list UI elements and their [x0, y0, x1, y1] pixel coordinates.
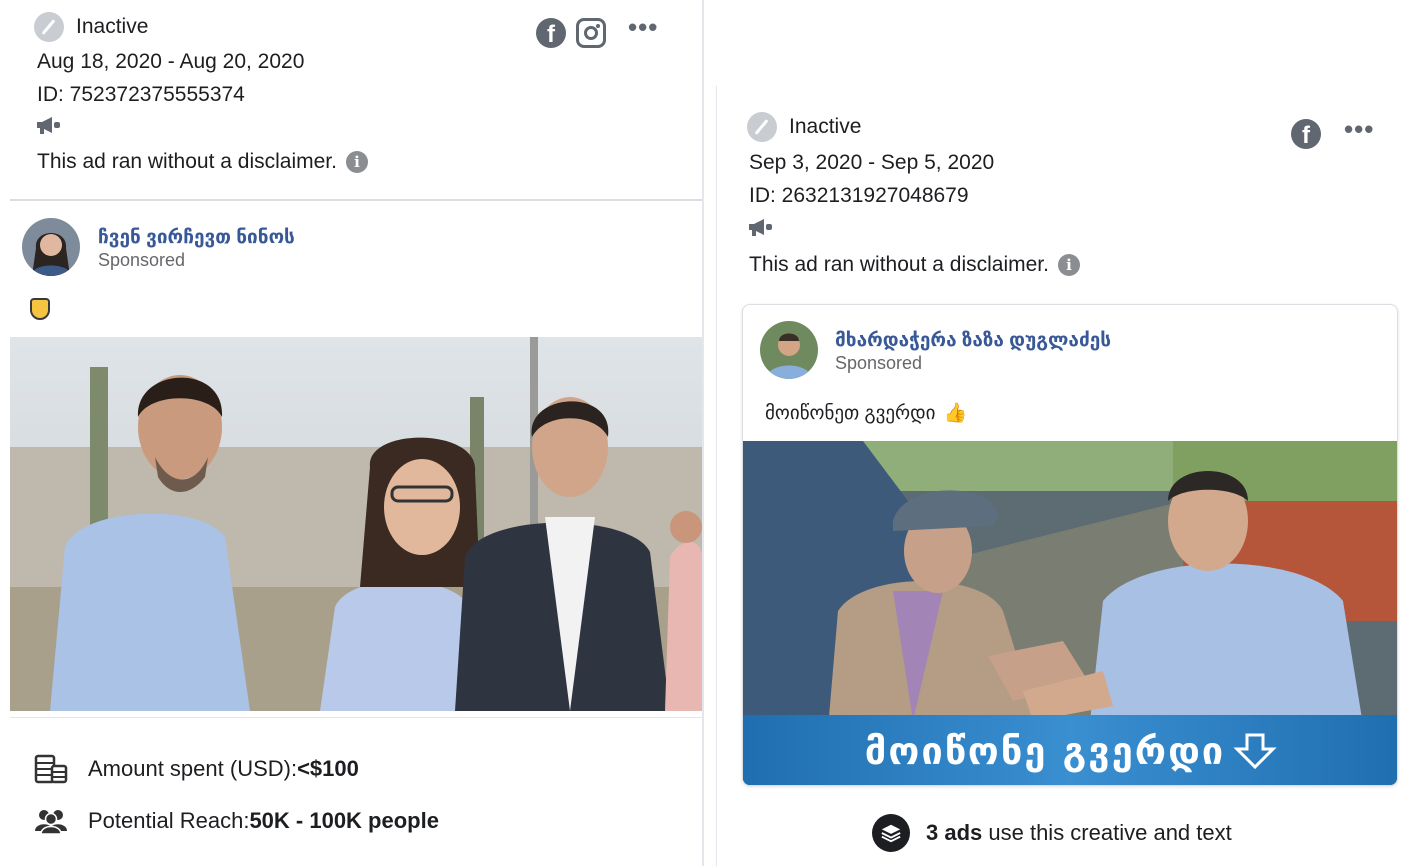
inactive-icon	[34, 12, 64, 42]
ad-banner: მოიწონე გვერდი	[743, 715, 1397, 785]
ad-image[interactable]: მოიწონე გვერდი	[743, 441, 1397, 785]
divider	[10, 199, 702, 201]
facebook-icon: f	[536, 18, 566, 48]
creative-reuse-note[interactable]: 3 ads use this creative and text	[872, 814, 1232, 852]
post-text: მოიწონეთ გვერდი 👍	[765, 401, 967, 425]
amount-spent-stat: Amount spent (USD): <$100	[34, 754, 359, 784]
reach-label: Potential Reach:	[88, 808, 250, 833]
disclaimer: This ad ran without a disclaimer. i	[37, 150, 368, 174]
status-label: Inactive	[789, 115, 862, 138]
facebook-icon: f	[1291, 119, 1321, 149]
platform-icons: f	[1291, 119, 1321, 149]
reach-value: 50K - 100K people	[249, 808, 439, 833]
people-icon	[34, 806, 68, 836]
status-label: Inactive	[76, 15, 149, 38]
ad-card-left: Inactive f ••• Aug 18, 2020 - Aug 20, 20…	[10, 0, 702, 866]
status-row: Inactive	[747, 112, 861, 142]
reuse-text: use this creative and text	[982, 820, 1232, 845]
column-divider	[702, 0, 704, 866]
shield-emoji-icon	[30, 298, 50, 320]
inactive-icon	[747, 112, 777, 142]
more-options-icon[interactable]: •••	[628, 12, 658, 43]
page-name-link[interactable]: ჩვენ ვირჩევთ ნინოს	[98, 226, 295, 249]
page-name-link[interactable]: მხარდაჭერა ზაზა დუგლაძეს	[835, 329, 1111, 352]
ad-image[interactable]	[10, 337, 702, 711]
ad-creative-card: მხარდაჭერა ზაზა დუგლაძეს Sponsored მოიწო…	[742, 304, 1398, 786]
arrow-down-icon	[1233, 733, 1277, 769]
potential-reach-stat: Potential Reach: 50K - 100K people	[34, 806, 439, 836]
date-range: Sep 3, 2020 - Sep 5, 2020	[749, 151, 995, 174]
avatar[interactable]	[760, 321, 818, 379]
layers-icon	[872, 814, 910, 852]
banner-text: მოიწონე გვერდი	[864, 729, 1226, 773]
info-icon[interactable]: i	[1057, 254, 1080, 276]
megaphone-icon	[36, 116, 62, 134]
reuse-count: 3 ads	[926, 820, 983, 845]
platform-icons: f	[536, 18, 606, 48]
divider	[10, 717, 702, 718]
amount-value: <$100	[297, 756, 359, 781]
avatar[interactable]	[22, 218, 80, 276]
disclaimer-text: This ad ran without a disclaimer.	[37, 150, 337, 173]
ad-id: ID: 752372375555374	[37, 83, 245, 106]
amount-label: Amount spent (USD):	[88, 756, 298, 781]
ad-id: ID: 2632131927048679	[749, 184, 969, 207]
date-range: Aug 18, 2020 - Aug 20, 2020	[37, 50, 305, 73]
disclaimer: This ad ran without a disclaimer. i	[749, 253, 1080, 277]
info-icon[interactable]: i	[345, 151, 368, 173]
megaphone-icon	[748, 218, 774, 236]
thumbs-up-icon: 👍	[943, 403, 968, 424]
instagram-icon	[576, 18, 606, 48]
post-text-body: მოიწონეთ გვერდი	[765, 403, 936, 424]
more-options-icon[interactable]: •••	[1344, 114, 1374, 145]
sponsored-label: Sponsored	[98, 250, 186, 270]
status-row: Inactive	[34, 12, 148, 42]
disclaimer-text: This ad ran without a disclaimer.	[749, 253, 1049, 276]
money-stack-icon	[34, 754, 68, 784]
sponsored-label: Sponsored	[835, 353, 923, 373]
